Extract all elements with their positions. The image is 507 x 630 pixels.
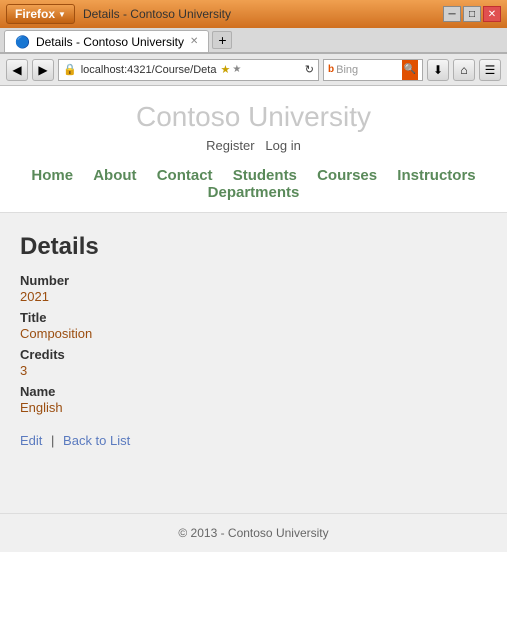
nav-home[interactable]: Home: [31, 167, 73, 184]
tab-title: Details - Contoso University: [36, 35, 184, 49]
nav-students[interactable]: Students: [233, 167, 297, 184]
title-bar: Firefox ▼ Details - Contoso University ─…: [0, 0, 507, 28]
register-link[interactable]: Register: [206, 138, 254, 153]
firefox-arrow-icon: ▼: [58, 10, 66, 19]
reload-icon[interactable]: ↻: [305, 63, 314, 76]
url-text: localhost:4321/Course/Deta: [81, 64, 217, 76]
nav-instructors[interactable]: Instructors: [397, 167, 475, 184]
page-title: Details: [20, 233, 487, 261]
main-nav: Home About Contact Students Courses Inst…: [0, 161, 507, 207]
field-credits-label: Credits: [20, 347, 487, 362]
home-button[interactable]: ⌂: [453, 59, 475, 81]
page: Contoso University Register Log in Home …: [0, 86, 507, 630]
active-tab[interactable]: 🔵 Details - Contoso University ✕: [4, 30, 209, 52]
forward-button[interactable]: ▶: [32, 59, 54, 81]
action-links: Edit | Back to List: [20, 433, 487, 448]
nav-courses[interactable]: Courses: [317, 167, 377, 184]
close-button[interactable]: ✕: [483, 6, 501, 22]
nav-departments[interactable]: Departments: [208, 184, 300, 201]
nav-bar: ◀ ▶ 🔒 localhost:4321/Course/Deta ★ ★ ↻ b…: [0, 54, 507, 86]
maximize-button[interactable]: □: [463, 6, 481, 22]
window-title: Details - Contoso University: [79, 7, 439, 21]
separator: |: [51, 433, 54, 448]
menu-button[interactable]: ☰: [479, 59, 501, 81]
field-name-value: English: [20, 400, 487, 415]
search-placeholder: Bing: [336, 64, 400, 76]
back-button[interactable]: ◀: [6, 59, 28, 81]
search-bar[interactable]: b Bing 🔍: [323, 59, 423, 81]
bookmark-star-icon[interactable]: ★: [220, 63, 230, 76]
field-number-label: Number: [20, 273, 487, 288]
edit-link[interactable]: Edit: [20, 433, 42, 448]
nav-contact[interactable]: Contact: [157, 167, 213, 184]
field-credits-value: 3: [20, 363, 487, 378]
address-bar[interactable]: 🔒 localhost:4321/Course/Deta ★ ★ ↻: [58, 59, 319, 81]
bookmark-icon[interactable]: ★: [232, 64, 241, 75]
tab-bar: 🔵 Details - Contoso University ✕ +: [0, 28, 507, 54]
tab-favicon-icon: 🔵: [15, 35, 30, 49]
browser-window: Firefox ▼ Details - Contoso University ─…: [0, 0, 507, 630]
auth-links: Register Log in: [0, 138, 507, 153]
field-number-value: 2021: [20, 289, 487, 304]
new-tab-button[interactable]: +: [212, 31, 232, 49]
login-link[interactable]: Log in: [265, 138, 300, 153]
site-title: Contoso University: [0, 101, 507, 133]
tab-close-icon[interactable]: ✕: [190, 36, 198, 47]
minimize-button[interactable]: ─: [443, 6, 461, 22]
downloads-button[interactable]: ⬇: [427, 59, 449, 81]
browser-content: Contoso University Register Log in Home …: [0, 86, 507, 630]
lock-icon: 🔒: [63, 63, 77, 76]
window-controls: ─ □ ✕: [443, 6, 501, 22]
footer: © 2013 - Contoso University: [0, 513, 507, 552]
search-submit-icon[interactable]: 🔍: [402, 60, 418, 80]
back-to-list-link[interactable]: Back to List: [63, 433, 130, 448]
field-title-value: Composition: [20, 326, 487, 341]
nav-about[interactable]: About: [93, 167, 136, 184]
content-area: Details Number 2021 Title Composition Cr…: [0, 213, 507, 513]
field-title-label: Title: [20, 310, 487, 325]
field-name-label: Name: [20, 384, 487, 399]
bing-logo-icon: b: [328, 64, 334, 75]
page-header: Contoso University Register Log in Home …: [0, 86, 507, 213]
firefox-menu-button[interactable]: Firefox ▼: [6, 4, 75, 24]
footer-text: © 2013 - Contoso University: [178, 526, 328, 540]
